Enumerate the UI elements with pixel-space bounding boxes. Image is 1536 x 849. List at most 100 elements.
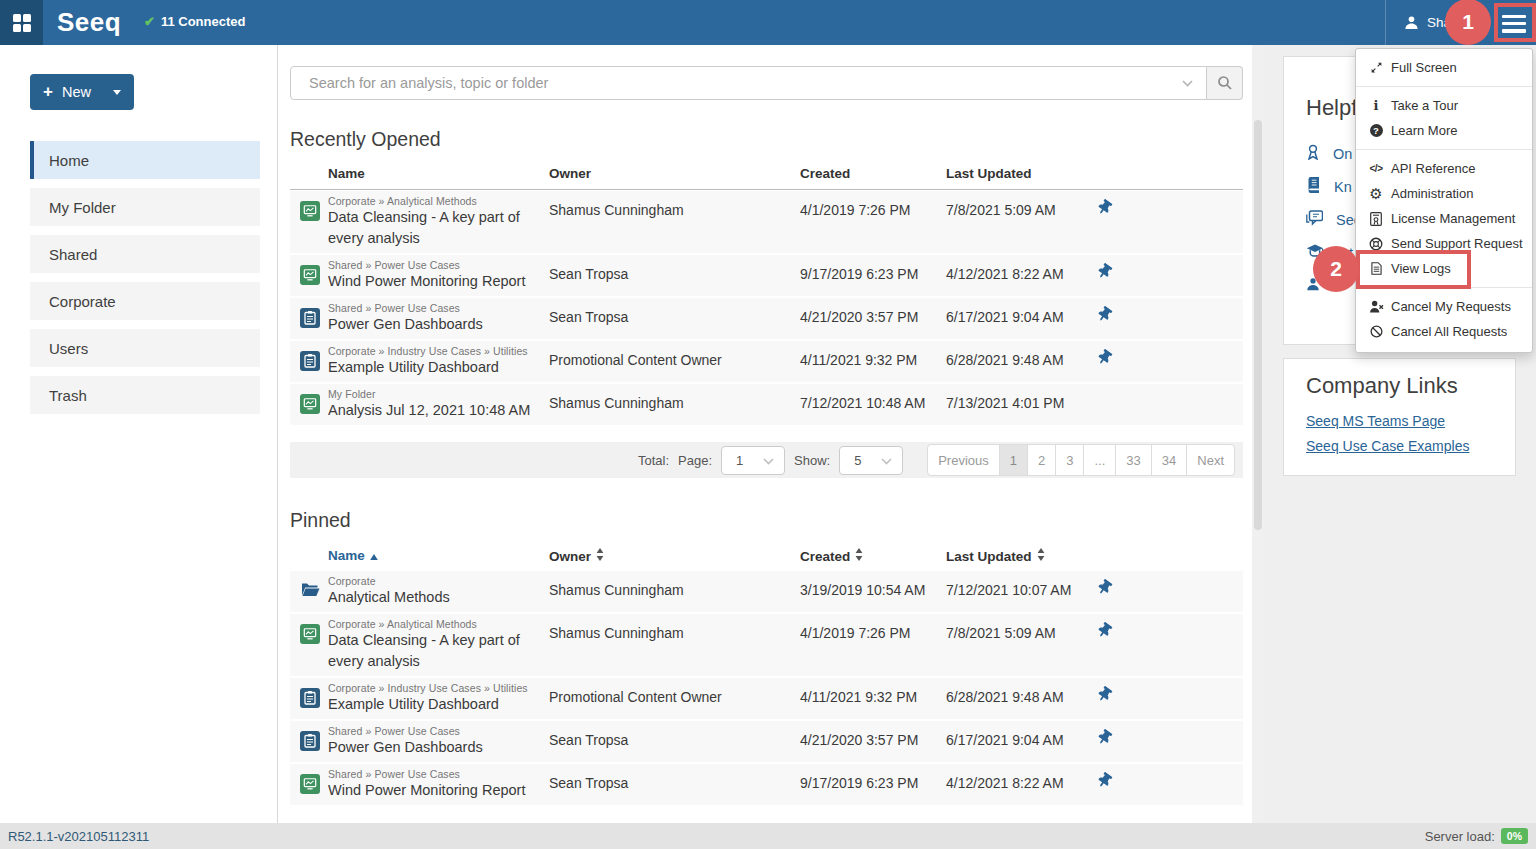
page-select[interactable]: 1 — [721, 446, 785, 475]
item-updated: 4/12/2021 8:22 AM — [946, 775, 1064, 791]
item-owner: Sean Tropsa — [549, 266, 628, 282]
company-link-seeq-use-case-examples[interactable]: Seeq Use Case Examples — [1306, 438, 1515, 454]
page-button-3[interactable]: 3 — [1055, 444, 1084, 476]
item-name-cell[interactable]: CorporateAnalytical Methods — [328, 575, 543, 608]
column-header-owner[interactable]: Owner — [549, 548, 604, 564]
pinned-title: Pinned — [290, 509, 351, 532]
search-icon — [1217, 75, 1233, 91]
annotation-circle-2: 2 — [1313, 246, 1359, 292]
pin-icon[interactable] — [1097, 687, 1112, 705]
page-button-next[interactable]: Next — [1186, 444, 1235, 476]
item-name-cell[interactable]: Corporate » Industry Use Cases » Utiliti… — [328, 682, 543, 715]
sidebar-item-home[interactable]: Home — [30, 141, 260, 179]
item-name[interactable]: Wind Power Monitoring Report — [328, 780, 543, 801]
item-name[interactable]: Example Utility Dashboard — [328, 357, 543, 378]
column-header-name[interactable]: Name — [328, 548, 378, 563]
menu-item-take-a-tour[interactable]: iTake a Tour — [1356, 93, 1532, 118]
column-header-last-updated[interactable]: Last Updated — [946, 548, 1045, 564]
item-name[interactable]: Power Gen Dashboards — [328, 314, 543, 335]
table-row[interactable]: Corporate » Analytical MethodsData Clean… — [290, 191, 1243, 253]
menu-item-cancel-all-requests[interactable]: Cancel All Requests — [1356, 319, 1532, 344]
column-header-last-updated: Last Updated — [946, 166, 1032, 181]
recently-opened-rows: Corporate » Analytical MethodsData Clean… — [290, 191, 1243, 427]
item-updated: 7/8/2021 5:09 AM — [946, 202, 1056, 218]
table-row[interactable]: Corporate » Industry Use Cases » Utiliti… — [290, 678, 1243, 719]
connection-status[interactable]: ✔ 11 Connected — [144, 14, 245, 29]
item-name-cell[interactable]: Shared » Power Use CasesPower Gen Dashbo… — [328, 302, 543, 335]
sidebar-item-trash[interactable]: Trash — [30, 376, 260, 414]
menu-item-full-screen[interactable]: Full Screen — [1356, 55, 1532, 80]
scrollbar-thumb[interactable] — [1254, 120, 1262, 530]
menu-item-cancel-my-requests[interactable]: Cancel My Requests — [1356, 294, 1532, 319]
item-owner: Sean Tropsa — [549, 309, 628, 325]
menu-divider — [1356, 86, 1532, 87]
new-button[interactable]: + New — [30, 74, 134, 110]
page-button-previous[interactable]: Previous — [927, 444, 1000, 476]
pin-icon[interactable] — [1097, 200, 1112, 218]
pin-icon[interactable] — [1097, 623, 1112, 641]
column-header-created[interactable]: Created — [800, 548, 863, 564]
column-label: Created — [800, 549, 850, 564]
item-name[interactable]: Data Cleansing - A key part of every ana… — [328, 630, 543, 672]
table-row[interactable]: Shared » Power Use CasesPower Gen Dashbo… — [290, 721, 1243, 762]
table-row[interactable]: Corporate » Analytical MethodsData Clean… — [290, 614, 1243, 676]
menu-item-learn-more[interactable]: ?Learn More — [1356, 118, 1532, 143]
page-button-item[interactable]: ... — [1083, 444, 1116, 476]
menu-item-api-reference[interactable]: </>API Reference — [1356, 156, 1532, 181]
apps-grid-button[interactable] — [0, 0, 43, 45]
sidebar-item-shared[interactable]: Shared — [30, 235, 260, 273]
status-bar: R52.1.1-v202105112311 Server load: 0% — [0, 823, 1536, 849]
pin-icon[interactable] — [1097, 264, 1112, 282]
sidebar-item-corporate[interactable]: Corporate — [30, 282, 260, 320]
item-owner: Shamus Cunningham — [549, 395, 684, 411]
pin-icon[interactable] — [1097, 307, 1112, 325]
item-name-cell[interactable]: Shared » Power Use CasesWind Power Monit… — [328, 768, 543, 801]
pinned-rows: CorporateAnalytical MethodsShamus Cunnin… — [290, 571, 1243, 807]
item-name[interactable]: Data Cleansing - A key part of every ana… — [328, 207, 543, 249]
sidebar-item-my-folder[interactable]: My Folder — [30, 188, 260, 226]
item-name-cell[interactable]: Corporate » Industry Use Cases » Utiliti… — [328, 345, 543, 378]
item-name-cell[interactable]: Shared » Power Use CasesWind Power Monit… — [328, 259, 543, 292]
user-menu[interactable]: Sha — [1404, 0, 1451, 45]
item-name-cell[interactable]: Shared » Power Use CasesPower Gen Dashbo… — [328, 725, 543, 758]
item-name[interactable]: Power Gen Dashboards — [328, 737, 543, 758]
search-input[interactable]: Search for an analysis, topic or folder — [290, 66, 1207, 100]
item-name-cell[interactable]: Corporate » Analytical MethodsData Clean… — [328, 195, 543, 249]
vertical-scrollbar[interactable] — [1252, 45, 1264, 823]
table-row[interactable]: Shared » Power Use CasesWind Power Monit… — [290, 764, 1243, 805]
page-button-2[interactable]: 2 — [1027, 444, 1056, 476]
item-name[interactable]: Example Utility Dashboard — [328, 694, 543, 715]
pin-icon[interactable] — [1097, 580, 1112, 598]
item-owner: Promotional Content Owner — [549, 689, 722, 705]
item-name[interactable]: Analytical Methods — [328, 587, 543, 608]
table-row[interactable]: CorporateAnalytical MethodsShamus Cunnin… — [290, 571, 1243, 612]
seeq-logo[interactable]: Seeq — [57, 7, 121, 38]
table-row[interactable]: Shared » Power Use CasesWind Power Monit… — [290, 255, 1243, 296]
page-button-34[interactable]: 34 — [1151, 444, 1187, 476]
pin-icon[interactable] — [1097, 730, 1112, 748]
page-button-1[interactable]: 1 — [999, 444, 1028, 476]
table-row[interactable]: Shared » Power Use CasesPower Gen Dashbo… — [290, 298, 1243, 339]
table-row[interactable]: My FolderAnalysis Jul 12, 2021 10:48 AM S… — [290, 384, 1243, 425]
item-name-cell[interactable]: Corporate » Analytical MethodsData Clean… — [328, 618, 543, 672]
item-name-cell[interactable]: My FolderAnalysis Jul 12, 2021 10:48 AM — [328, 388, 543, 421]
item-updated: 6/17/2021 9:04 AM — [946, 309, 1064, 325]
gear-icon: ⚙ — [1368, 186, 1384, 201]
menu-item-administration[interactable]: ⚙Administration — [1356, 181, 1532, 206]
pin-icon[interactable] — [1097, 350, 1112, 368]
show-select[interactable]: 5 — [839, 446, 903, 475]
page-button-33[interactable]: 33 — [1115, 444, 1151, 476]
search-button[interactable] — [1207, 66, 1243, 100]
table-row[interactable]: Corporate » Industry Use Cases » Utiliti… — [290, 341, 1243, 382]
menu-item-license-management[interactable]: License Management — [1356, 206, 1532, 231]
caret-down-icon[interactable] — [113, 90, 121, 95]
sidebar-item-users[interactable]: Users — [30, 329, 260, 367]
item-name[interactable]: Wind Power Monitoring Report — [328, 271, 543, 292]
item-name[interactable]: Analysis Jul 12, 2021 10:48 AM — [328, 400, 543, 421]
item-created: 9/17/2019 6:23 PM — [800, 775, 918, 791]
connection-label: 11 Connected — [161, 14, 246, 29]
pinned-header: Name Owner Created Last Updated — [290, 545, 1243, 572]
pin-icon[interactable] — [1097, 773, 1112, 791]
topic-icon — [300, 308, 320, 328]
company-link-seeq-ms-teams-page[interactable]: Seeq MS Teams Page — [1306, 413, 1515, 429]
